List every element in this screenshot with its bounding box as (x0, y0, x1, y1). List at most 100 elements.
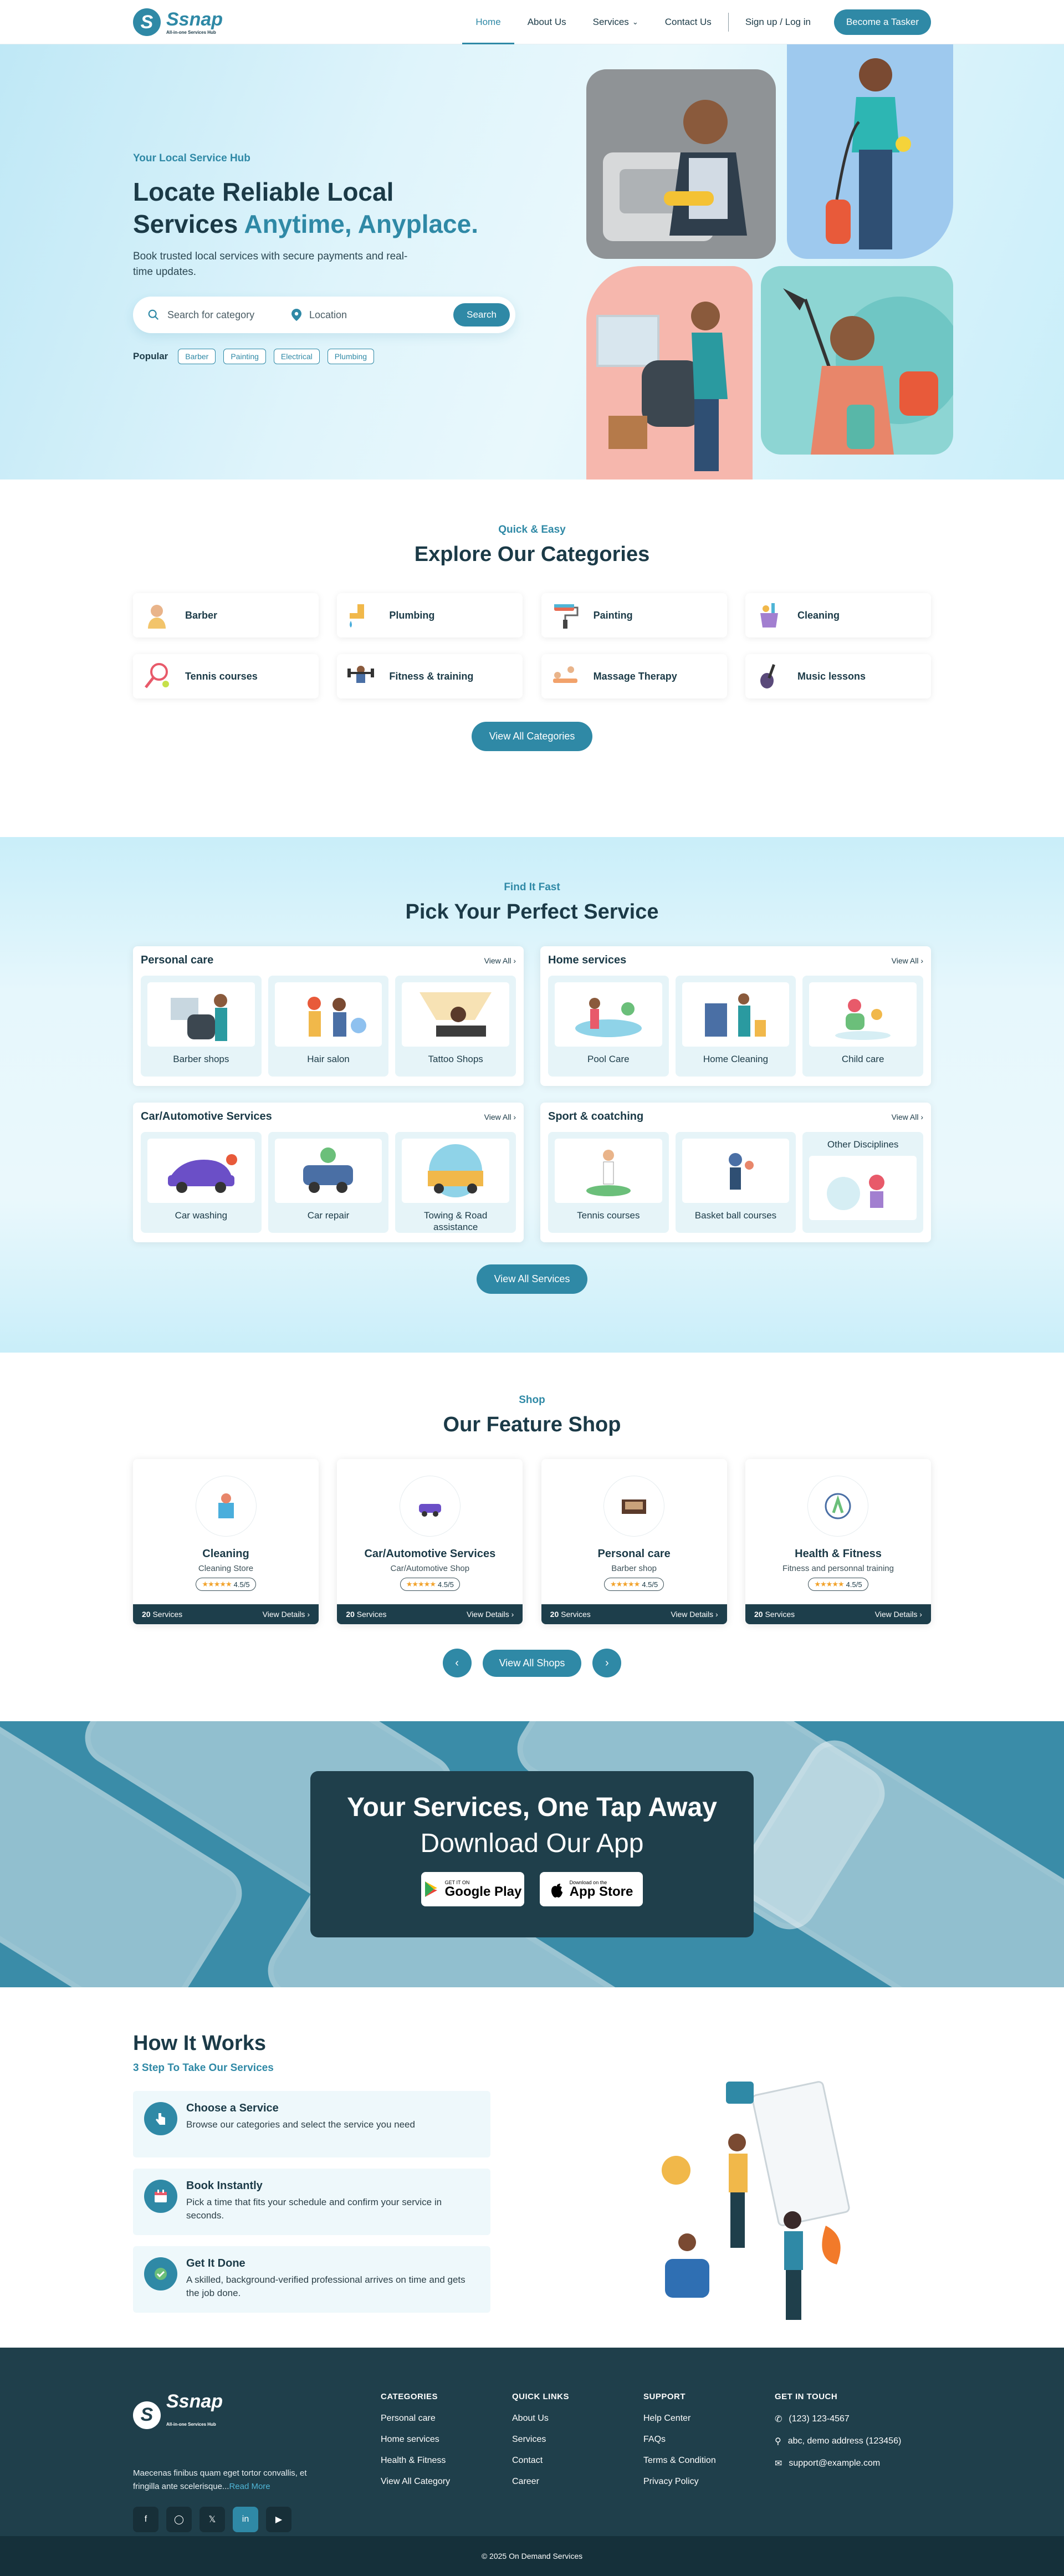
footer-link[interactable]: Contact (512, 2456, 643, 2466)
service-item-basketball-courses[interactable]: Basket ball courses (675, 1132, 796, 1233)
step-desc: A skilled, background-verified professio… (186, 2274, 466, 2298)
footer-phone[interactable]: ✆ (123) 123-4567 (775, 2414, 901, 2425)
category-card-cleaning[interactable]: Cleaning (745, 593, 931, 637)
copyright-text: © 2025 On Demand Services (481, 2552, 583, 2560)
star-rating-icon: ★★★★★ (814, 1580, 844, 1588)
search-button[interactable]: Search (453, 303, 510, 327)
category-card-fitness[interactable]: Fitness & training (337, 654, 523, 698)
popular-tag-electrical[interactable]: Electrical (273, 349, 320, 364)
service-item-towing[interactable]: Towing & Road assistance (395, 1132, 516, 1233)
service-count: 20 (754, 1610, 763, 1619)
shop-next-button[interactable]: › (592, 1649, 622, 1677)
view-all-services-button[interactable]: View All Services (476, 1264, 588, 1294)
service-item-car-repair[interactable]: Car repair (268, 1132, 389, 1233)
view-all-link[interactable]: View All › (892, 1113, 923, 1121)
shop-card-health-fitness[interactable]: Health & Fitness Fitness and personnal t… (745, 1459, 931, 1624)
category-card-music[interactable]: Music lessons (745, 654, 931, 698)
x-twitter-icon[interactable]: 𝕏 (200, 2507, 225, 2532)
nav-about[interactable]: About Us (514, 0, 580, 44)
become-tasker-button[interactable]: Become a Tasker (833, 9, 931, 35)
top-nav: S Ssnap All-in-one Services Hub Home Abo… (0, 0, 1064, 44)
footer-email[interactable]: ✉ support@example.com (775, 2458, 901, 2469)
shop-card-cleaning[interactable]: Cleaning Cleaning Store ★★★★★ 4.5/5 20 Se… (133, 1459, 319, 1624)
view-details-link[interactable]: View Details › (875, 1610, 922, 1619)
footer-link[interactable]: Help Center (643, 2414, 775, 2424)
categories-kicker: Quick & Easy (498, 524, 566, 535)
cleaning-bucket-icon (753, 599, 785, 631)
popular-label: Popular (133, 351, 168, 361)
shop-card-footer: 20 Services View Details › (133, 1604, 319, 1624)
facebook-icon[interactable]: f (133, 2507, 158, 2532)
footer-col-title: GET IN TOUCH (775, 2392, 838, 2401)
view-all-link[interactable]: View All › (484, 956, 516, 965)
footer-link[interactable]: Privacy Policy (643, 2477, 775, 2487)
category-card-painting[interactable]: Painting (541, 593, 727, 637)
service-item-home-cleaning[interactable]: Home Cleaning (675, 976, 796, 1077)
footer-link[interactable]: About Us (512, 2414, 643, 2424)
youtube-icon[interactable]: ▶ (266, 2507, 291, 2532)
view-all-shops-button[interactable]: View All Shops (482, 1649, 582, 1677)
linkedin-icon[interactable]: in (233, 2507, 258, 2532)
category-grid: Barber Plumbing Painting Cleaning Tennis… (133, 593, 931, 698)
service-item-hair-salon[interactable]: Hair salon (268, 976, 389, 1077)
popular-tag-barber[interactable]: Barber (178, 349, 216, 364)
brand-logo[interactable]: S Ssnap All-in-one Services Hub (133, 8, 223, 36)
instagram-icon[interactable]: ◯ (166, 2507, 192, 2532)
view-all-link[interactable]: View All › (484, 1113, 516, 1121)
footer-link[interactable]: View All Category (381, 2477, 512, 2487)
category-label: Massage Therapy (593, 670, 677, 682)
footer-link[interactable]: Health & Fitness (381, 2456, 512, 2466)
service-item-other-disciplines[interactable]: Other Disciplines (802, 1132, 923, 1233)
service-item-tennis-courses[interactable]: Tennis courses (548, 1132, 669, 1233)
shop-prev-button[interactable]: ‹ (442, 1649, 472, 1677)
service-item-pool-care[interactable]: Pool Care (548, 976, 669, 1077)
shop-card-personal-care[interactable]: Personal care Barber shop ★★★★★ 4.5/5 20 … (541, 1459, 727, 1624)
category-card-massage[interactable]: Massage Therapy (541, 654, 727, 698)
service-item-tattoo-shops[interactable]: Tattoo Shops (395, 976, 516, 1077)
service-item-barber-shops[interactable]: Barber shops (141, 976, 262, 1077)
nav-services[interactable]: Services ⌄ (580, 0, 652, 44)
view-details-label: View Details (874, 1610, 918, 1619)
location-field[interactable]: Location (291, 309, 453, 321)
signup-login-link[interactable]: Sign up / Log in (732, 0, 824, 44)
popular-tag-painting[interactable]: Painting (223, 349, 266, 364)
footer-link[interactable]: Personal care (381, 2414, 512, 2424)
footer-link[interactable]: Career (512, 2477, 643, 2487)
footer-link[interactable]: Home services (381, 2435, 512, 2445)
footer-logo[interactable]: S Ssnap All-in-one Services Hub (133, 2392, 381, 2449)
main-menu: Home About Us Services ⌄ Contact Us Sign … (462, 0, 931, 44)
category-card-barber[interactable]: Barber (133, 593, 319, 637)
service-item-child-care[interactable]: Child care (802, 976, 923, 1077)
view-details-link[interactable]: View Details › (671, 1610, 718, 1619)
category-card-plumbing[interactable]: Plumbing (337, 593, 523, 637)
footer-link[interactable]: Services (512, 2435, 643, 2445)
footer-link[interactable]: FAQs (643, 2435, 775, 2445)
about-body: Maecenas finibus quam eget tortor conval… (133, 2468, 307, 2491)
shop-card-automotive[interactable]: Car/Automotive Services Car/Automotive S… (337, 1459, 523, 1624)
view-all-categories-button[interactable]: View All Categories (471, 722, 593, 751)
category-search-field[interactable]: Search for category (147, 309, 291, 321)
google-play-button[interactable]: GET IT ON Google Play (421, 1872, 524, 1906)
service-group-title: Home services (548, 954, 627, 966)
view-details-link[interactable]: View Details › (467, 1610, 514, 1619)
app-store-button[interactable]: Download on the App Store (540, 1872, 643, 1906)
service-item-car-washing[interactable]: Car washing (141, 1132, 262, 1233)
step-choose-service: Choose a Service Browse our categories an… (133, 2091, 490, 2157)
location-placeholder: Location (309, 309, 347, 320)
car-repair-image (274, 1139, 382, 1203)
pool-care-image (555, 982, 662, 1047)
hero-title-line1: Locate Reliable Local (133, 177, 394, 206)
read-more-link[interactable]: Read More (229, 2482, 270, 2491)
category-card-tennis[interactable]: Tennis courses (133, 654, 319, 698)
hero-description: Book trusted local services with secure … (133, 251, 408, 278)
nav-contact[interactable]: Contact Us (652, 0, 725, 44)
hero-title: Locate Reliable Local Services Anytime, A… (133, 176, 532, 240)
calendar-icon (144, 2180, 177, 2213)
footer-link[interactable]: Terms & Condition (643, 2456, 775, 2466)
nav-home[interactable]: Home (462, 0, 515, 44)
other-disciplines-label: Other Disciplines (827, 1139, 899, 1150)
view-all-link[interactable]: View All › (892, 956, 923, 965)
view-details-link[interactable]: View Details › (263, 1610, 310, 1619)
hero-search-bar: Search for category Location Search (133, 297, 515, 333)
popular-tag-plumbing[interactable]: Plumbing (327, 349, 375, 364)
